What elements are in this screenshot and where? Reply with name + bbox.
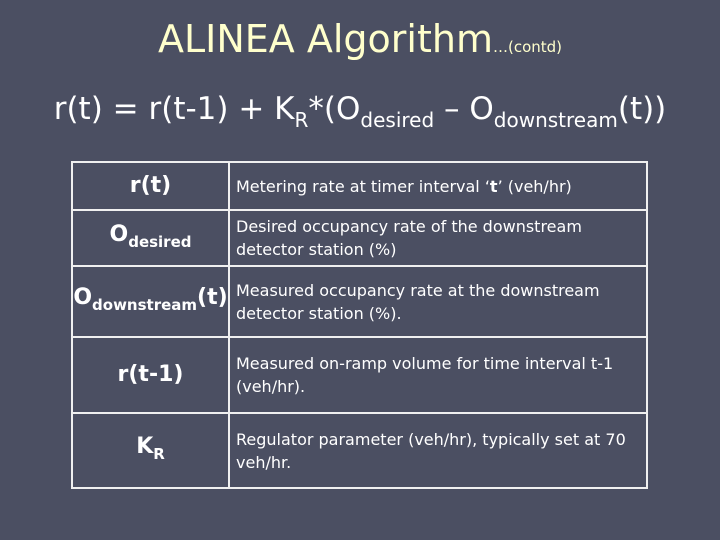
symbol-cell: r(t-1) <box>71 336 230 414</box>
title-main: ALINEA Algorithm <box>157 17 493 61</box>
title-suffix: …(contd) <box>492 38 563 56</box>
symbol-cell: Odownstream(t) <box>71 265 230 338</box>
table-row: r(t) Metering rate at timer interval ‘t’… <box>71 161 648 211</box>
symbol-subscript: desired <box>128 232 192 251</box>
alinea-formula: r(t) = r(t-1) + KR*(Odesired – Odownstre… <box>0 84 720 145</box>
symbol-subscript: R <box>153 445 165 463</box>
symbol: K <box>136 434 154 459</box>
symbol-subscript: downstream <box>92 296 198 314</box>
table-row: Odesired Desired occupancy rate of the d… <box>71 209 648 267</box>
description-cell: Measured on-ramp volume for time interva… <box>228 336 648 414</box>
formula-subscript: R <box>294 108 309 132</box>
symbol-cell: KR <box>71 412 230 489</box>
symbol: O <box>73 285 93 310</box>
description: Metering rate at timer interval ‘ <box>236 176 490 196</box>
symbol: (t) <box>197 285 228 310</box>
description-cell: Regulator parameter (veh/hr), typically … <box>228 412 648 489</box>
description-cell: Metering rate at timer interval ‘t’ (veh… <box>228 161 648 211</box>
formula-part: (t)) <box>617 91 667 127</box>
description-bold: t <box>489 176 498 196</box>
slide-title: ALINEA Algorithm…(contd) <box>0 14 720 72</box>
symbol-cell: Odesired <box>71 209 230 267</box>
formula-part: r(t) = r(t-1) + K <box>53 91 295 127</box>
variable-definitions-table: r(t) Metering rate at timer interval ‘t’… <box>71 161 648 489</box>
symbol: r(t-1) <box>117 362 184 387</box>
symbol: r(t) <box>129 173 172 198</box>
description-cell: Desired occupancy rate of the downstream… <box>228 209 648 267</box>
formula-subscript: desired <box>360 108 435 132</box>
table-row: Odownstream(t) Measured occupancy rate a… <box>71 265 648 338</box>
table-row: r(t-1) Measured on-ramp volume for time … <box>71 336 648 414</box>
formula-part: *(O <box>308 91 361 127</box>
symbol-cell: r(t) <box>71 161 230 211</box>
symbol: O <box>109 221 129 247</box>
formula-part: – O <box>434 91 494 127</box>
description: ’ (veh/hr) <box>497 176 572 196</box>
table-row: KR Regulator parameter (veh/hr), typical… <box>71 412 648 489</box>
description-cell: Measured occupancy rate at the downstrea… <box>228 265 648 338</box>
formula-subscript: downstream <box>493 108 618 132</box>
